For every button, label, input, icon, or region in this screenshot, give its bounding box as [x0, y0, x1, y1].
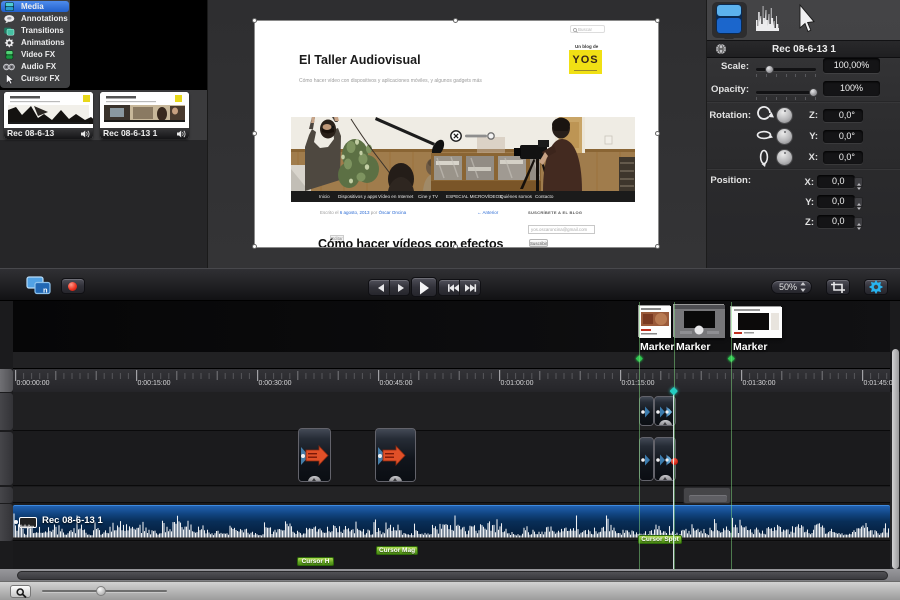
svg-text:n: n	[43, 286, 48, 295]
